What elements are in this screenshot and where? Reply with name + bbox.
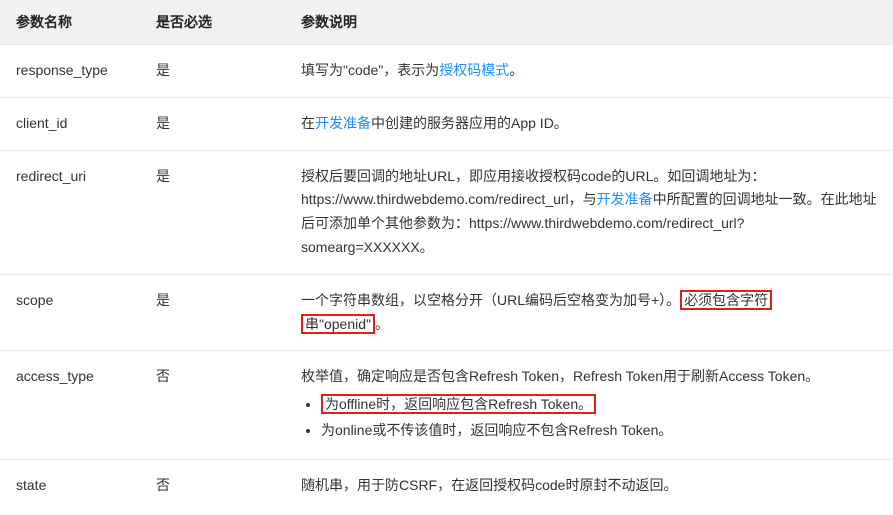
param-desc: 一个字符串数组，以空格分开（URL编码后空格变为加号+）。必须包含字符串"ope… bbox=[285, 274, 893, 351]
param-name: redirect_uri bbox=[0, 150, 140, 274]
desc-text: 。 bbox=[509, 62, 523, 78]
table-row: response_type 是 填写为"code"，表示为授权码模式。 bbox=[0, 45, 893, 98]
table-header-row: 参数名称 是否必选 参数说明 bbox=[0, 0, 893, 45]
param-desc: 随机串，用于防CSRF，在返回授权码code时原封不动返回。 bbox=[285, 459, 893, 511]
table-row: access_type 否 枚举值，确定响应是否包含Refresh Token，… bbox=[0, 351, 893, 459]
param-name: client_id bbox=[0, 97, 140, 150]
params-table: 参数名称 是否必选 参数说明 response_type 是 填写为"code"… bbox=[0, 0, 893, 512]
param-name: scope bbox=[0, 274, 140, 351]
desc-text: 中创建的服务器应用的App ID。 bbox=[371, 115, 568, 131]
desc-list: 为offline时，返回响应包含Refresh Token。 为online或不… bbox=[301, 393, 877, 443]
highlight-box: 为offline时，返回响应包含Refresh Token。 bbox=[321, 394, 596, 414]
list-item: 为offline时，返回响应包含Refresh Token。 bbox=[321, 393, 877, 417]
col-header-required: 是否必选 bbox=[140, 0, 285, 45]
param-name: state bbox=[0, 459, 140, 511]
auth-code-mode-link[interactable]: 授权码模式 bbox=[439, 62, 509, 78]
col-header-name: 参数名称 bbox=[0, 0, 140, 45]
desc-text: 在 bbox=[301, 115, 315, 131]
desc-text: 为online或不传该值时，返回响应不包含Refresh Token。 bbox=[321, 422, 672, 438]
param-name: response_type bbox=[0, 45, 140, 98]
table-row: client_id 是 在开发准备中创建的服务器应用的App ID。 bbox=[0, 97, 893, 150]
param-required: 是 bbox=[140, 45, 285, 98]
table-row: redirect_uri 是 授权后要回调的地址URL，即应用接收授权码code… bbox=[0, 150, 893, 274]
desc-text: 一个字符串数组，以空格分开（URL编码后空格变为加号+）。 bbox=[301, 292, 680, 308]
table-row: scope 是 一个字符串数组，以空格分开（URL编码后空格变为加号+）。必须包… bbox=[0, 274, 893, 351]
col-header-desc: 参数说明 bbox=[285, 0, 893, 45]
param-desc: 授权后要回调的地址URL，即应用接收授权码code的URL。如回调地址为：htt… bbox=[285, 150, 893, 274]
param-required: 否 bbox=[140, 459, 285, 511]
table-row: state 否 随机串，用于防CSRF，在返回授权码code时原封不动返回。 bbox=[0, 459, 893, 511]
param-name: access_type bbox=[0, 351, 140, 459]
param-desc: 在开发准备中创建的服务器应用的App ID。 bbox=[285, 97, 893, 150]
param-required: 是 bbox=[140, 97, 285, 150]
list-item: 为online或不传该值时，返回响应不包含Refresh Token。 bbox=[321, 419, 877, 443]
dev-prep-link[interactable]: 开发准备 bbox=[597, 191, 653, 207]
desc-text: 。 bbox=[375, 316, 389, 332]
param-desc: 填写为"code"，表示为授权码模式。 bbox=[285, 45, 893, 98]
dev-prep-link[interactable]: 开发准备 bbox=[315, 115, 371, 131]
param-required: 否 bbox=[140, 351, 285, 459]
param-desc: 枚举值，确定响应是否包含Refresh Token，Refresh Token用… bbox=[285, 351, 893, 459]
desc-text: 枚举值，确定响应是否包含Refresh Token，Refresh Token用… bbox=[301, 368, 819, 384]
param-required: 是 bbox=[140, 274, 285, 351]
desc-text: 填写为"code"，表示为 bbox=[301, 62, 439, 78]
highlight-box: 串"openid" bbox=[301, 314, 375, 334]
highlight-box: 必须包含字符 bbox=[680, 290, 772, 310]
param-required: 是 bbox=[140, 150, 285, 274]
